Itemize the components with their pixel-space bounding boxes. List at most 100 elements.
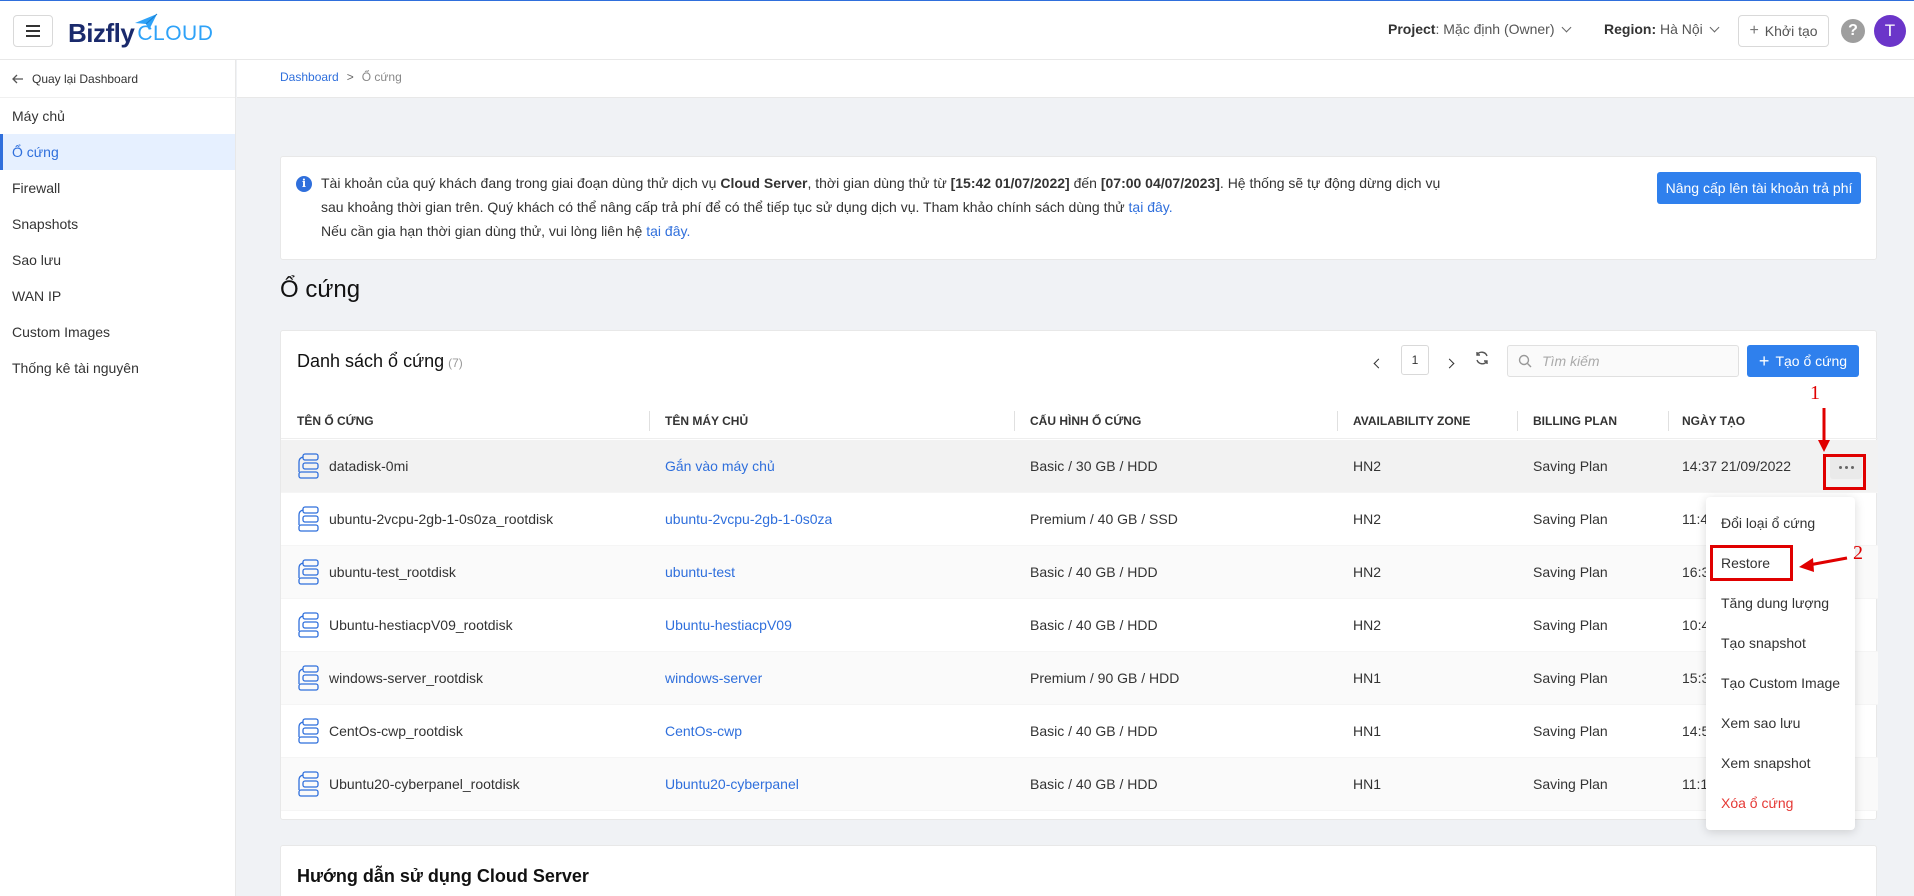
help-icon[interactable]: ? [1841,19,1865,43]
trial-notice: i Tài khoản của quý khách đang trong gia… [280,156,1877,260]
top-header: Bizfly CLOUD Project: Mặc định (Owner) R… [0,0,1914,60]
breadcrumb-separator: > [346,70,354,84]
notice-service: Cloud Server [720,175,808,191]
sidebar-item-firewall[interactable]: Firewall [0,170,235,206]
table-row[interactable]: Ubuntu20-cyberpanel_rootdisk Ubuntu20-cy… [281,758,1878,811]
project-selector[interactable]: Project: Mặc định (Owner) [1388,21,1571,37]
bizfly-logo[interactable]: Bizfly CLOUD [68,11,213,51]
pagination-current-page[interactable]: 1 [1401,345,1429,375]
search-input[interactable] [1542,353,1722,369]
menu-item-create-snapshot[interactable]: Tạo snapshot [1721,635,1806,651]
table-row[interactable]: datadisk-0mi Gắn vào máy chủ Basic / 30 … [281,440,1878,493]
breadcrumb-current: Ổ cứng [361,70,402,84]
column-divider [649,411,650,431]
disk-icon [298,665,319,691]
billing-plan: Saving Plan [1533,564,1608,580]
disk-icon [298,771,319,797]
annotation-box-restore [1710,545,1793,581]
annotation-arrow-left [1799,556,1848,572]
refresh-icon[interactable] [1474,350,1490,366]
pagination-prev-button[interactable] [1368,348,1388,378]
server-name-link[interactable]: ubuntu-2vcpu-2gb-1-0s0za [665,493,832,546]
create-resource-button[interactable]: + Khởi tạo [1738,15,1829,47]
menu-item-view-snapshots[interactable]: Xem snapshot [1721,755,1811,771]
chevron-right-icon [1444,358,1454,368]
pagination-next-button[interactable] [1439,348,1459,378]
table-row[interactable]: ubuntu-2vcpu-2gb-1-0s0za_rootdisk ubuntu… [281,493,1878,546]
menu-item-delete-disk[interactable]: Xóa ổ cứng [1721,795,1793,811]
chevron-down-icon [1561,22,1571,33]
menu-item-change-disk-type[interactable]: Đổi loại ổ cứng [1721,515,1815,531]
create-label: Khởi tạo [1764,23,1818,39]
sidebar-item-resource-stats[interactable]: Thống kê tài nguyên [0,350,235,386]
create-disk-label: Tạo ổ cứng [1775,353,1848,369]
search-box [1507,345,1739,377]
disk-config: Premium / 90 GB / HDD [1030,670,1180,686]
menu-item-view-backups[interactable]: Xem sao lưu [1721,715,1800,731]
region-value: Hà Nội [1660,21,1703,37]
column-divider [1668,411,1669,431]
attach-server-link[interactable]: Gắn vào máy chủ [665,440,775,493]
trial-policy-link[interactable]: tại đây. [1129,199,1173,215]
disk-list-title-text: Danh sách ổ cứng [297,351,445,371]
upgrade-account-button[interactable]: Nâng cấp lên tài khoản trả phí [1657,172,1861,204]
server-name-link[interactable]: Ubuntu-hestiacpV09 [665,599,792,652]
server-name-link[interactable]: Ubuntu20-cyberpanel [665,758,799,811]
user-avatar[interactable]: T [1874,15,1906,47]
sidebar-item-snapshots[interactable]: Snapshots [0,206,235,242]
table-row[interactable]: CentOs-cwp_rootdisk CentOs-cwp Basic / 4… [281,705,1878,758]
back-label: Quay lại Dashboard [32,71,139,86]
column-header-billing-plan[interactable]: BILLING PLAN [1533,403,1617,439]
info-icon: i [296,176,312,192]
breadcrumb-dashboard-link[interactable]: Dashboard [280,70,339,84]
arrow-left-icon [12,74,23,83]
disk-name: Ubuntu-hestiacpV09_rootdisk [329,617,513,633]
breadcrumb-bar: Dashboard > Ổ cứng [237,60,1914,98]
create-disk-button[interactable]: + Tạo ổ cứng [1747,345,1859,377]
table-row[interactable]: windows-server_rootdisk windows-server P… [281,652,1878,705]
disk-name: ubuntu-test_rootdisk [329,564,456,580]
sidebar-item-custom-images[interactable]: Custom Images [0,314,235,350]
region-label: Region: [1604,21,1657,37]
server-name-link[interactable]: ubuntu-test [665,546,735,599]
project-value: : Mặc định (Owner) [1435,21,1555,37]
annotation-arrow-down [1818,408,1830,452]
availability-zone: HN2 [1353,617,1382,633]
sidebar-item-backups[interactable]: Sao lưu [0,242,235,278]
column-header-created-date[interactable]: NGÀY TẠO [1682,403,1745,439]
table-row[interactable]: ubuntu-test_rootdisk ubuntu-test Basic /… [281,546,1878,599]
created-date: 14:37 21/09/2022 [1682,458,1791,474]
page-title: Ổ cứng [280,276,361,303]
billing-plan: Saving Plan [1533,723,1608,739]
column-divider [1517,411,1518,431]
back-to-dashboard-link[interactable]: Quay lại Dashboard [0,60,235,98]
column-header-server-name[interactable]: TÊN MÁY CHỦ [665,403,748,439]
hamburger-menu-button[interactable] [13,15,53,47]
disk-config: Basic / 40 GB / HDD [1030,776,1158,792]
column-header-availability-zone[interactable]: AVAILABILITY ZONE [1353,403,1470,439]
table-header: TÊN Ổ CỨNG TÊN MÁY CHỦ CẤU HÌNH Ổ CỨNG A… [281,403,1878,439]
disk-list-title: Danh sách ổ cứng (7) [297,351,463,372]
availability-zone: HN1 [1353,670,1382,686]
menu-item-resize[interactable]: Tăng dung lượng [1721,595,1829,611]
column-header-disk-name[interactable]: TÊN Ổ CỨNG [297,403,374,439]
logo-text: Bizfly [68,18,135,48]
sidebar-item-disks[interactable]: Ổ cứng [0,134,235,170]
guide-title: Hướng dẫn sử dụng Cloud Server [297,866,589,886]
server-name-link[interactable]: CentOs-cwp [665,705,742,758]
region-selector[interactable]: Region: Hà Nội [1604,21,1720,37]
contact-link[interactable]: tại đây. [646,223,690,239]
menu-item-create-custom-image[interactable]: Tạo Custom Image [1721,675,1840,691]
sidebar-item-wan-ip[interactable]: WAN IP [0,278,235,314]
availability-zone: HN1 [1353,723,1382,739]
project-label: Project [1388,21,1436,37]
table-row[interactable]: Ubuntu-hestiacpV09_rootdisk Ubuntu-hesti… [281,599,1878,652]
server-name-link[interactable]: windows-server [665,652,762,705]
notice-start-time: [15:42 01/07/2022] [950,175,1070,191]
created-date: 11:1 [1682,776,1709,792]
sidebar-item-servers[interactable]: Máy chủ [0,98,235,134]
disk-icon [298,453,319,479]
guide-card: Hướng dẫn sử dụng Cloud Server [280,845,1877,896]
column-header-disk-config[interactable]: CẤU HÌNH Ổ CỨNG [1030,403,1141,439]
availability-zone: HN2 [1353,458,1382,474]
